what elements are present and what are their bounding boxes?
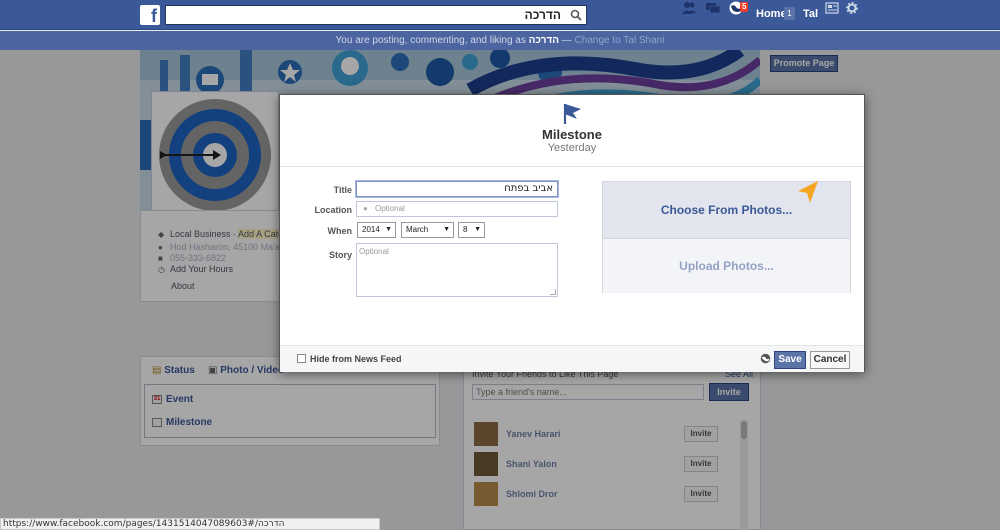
milestone-dialog: Milestone Yesterday Title אביב בפתח Loca…: [279, 94, 865, 372]
title-label: Title: [333, 185, 352, 195]
switch-identity-link[interactable]: Change to Tal Shani: [575, 35, 665, 46]
posting-as-text: You are posting, commenting, and liking …: [335, 35, 526, 46]
messages-icon[interactable]: [705, 0, 721, 16]
dialog-title: Milestone: [542, 127, 602, 142]
posting-as-bar: You are posting, commenting, and liking …: [0, 31, 1000, 50]
story-label: Story: [328, 250, 352, 260]
settings-gear-icon[interactable]: [846, 2, 858, 14]
dialog-header: Milestone Yesterday: [280, 95, 864, 167]
cancel-button[interactable]: Cancel: [810, 351, 850, 369]
home-link[interactable]: Home: [756, 8, 787, 20]
hide-from-news-feed-checkbox[interactable]: [297, 354, 306, 363]
hide-from-news-feed-label[interactable]: Hide from News Feed: [310, 354, 402, 364]
search-icon[interactable]: [570, 9, 582, 21]
status-bar-url: https://www.facebook.com/pages/הדרכה/143…: [0, 518, 380, 530]
when-label: When: [327, 226, 353, 236]
dropdown-arrow-icon: ▼: [385, 226, 392, 233]
save-button[interactable]: Save: [774, 351, 806, 369]
profile-link[interactable]: Tal: [803, 8, 818, 20]
story-textarea[interactable]: Optional: [356, 243, 558, 297]
dialog-subtitle: Yesterday: [547, 142, 597, 154]
day-select[interactable]: 8 ▼: [458, 222, 485, 238]
location-pin-icon: ●: [363, 204, 368, 213]
pointer-arrow-icon: [798, 181, 818, 203]
notification-badge: 5: [740, 2, 749, 12]
year-select[interactable]: 2014 ▼: [357, 222, 396, 238]
search-input[interactable]: [166, 6, 561, 24]
friend-requests-icon[interactable]: [681, 0, 697, 16]
home-count-badge: 1: [784, 7, 795, 20]
location-input[interactable]: ● Optional: [356, 201, 558, 217]
location-label: Location: [314, 205, 353, 215]
page-name: הדרכה: [528, 35, 559, 46]
facebook-logo[interactable]: f: [140, 5, 160, 26]
top-bar: f 5 Home 1 Tal: [0, 0, 1000, 30]
search-box[interactable]: [165, 5, 587, 25]
milestone-flag-icon: [563, 104, 581, 124]
posting-separator: —: [561, 35, 572, 46]
dropdown-arrow-icon: ▼: [443, 226, 450, 233]
page-manager-icon[interactable]: [825, 2, 839, 14]
upload-photos-button[interactable]: Upload Photos...: [603, 238, 850, 293]
dialog-footer: Hide from News Feed Save Cancel: [280, 345, 864, 372]
month-select[interactable]: March ▼: [401, 222, 454, 238]
dropdown-arrow-icon: ▼: [474, 226, 481, 233]
privacy-globe-icon[interactable]: [760, 353, 771, 364]
resize-grip-icon[interactable]: [550, 289, 556, 295]
title-input[interactable]: אביב בפתח: [356, 181, 558, 197]
